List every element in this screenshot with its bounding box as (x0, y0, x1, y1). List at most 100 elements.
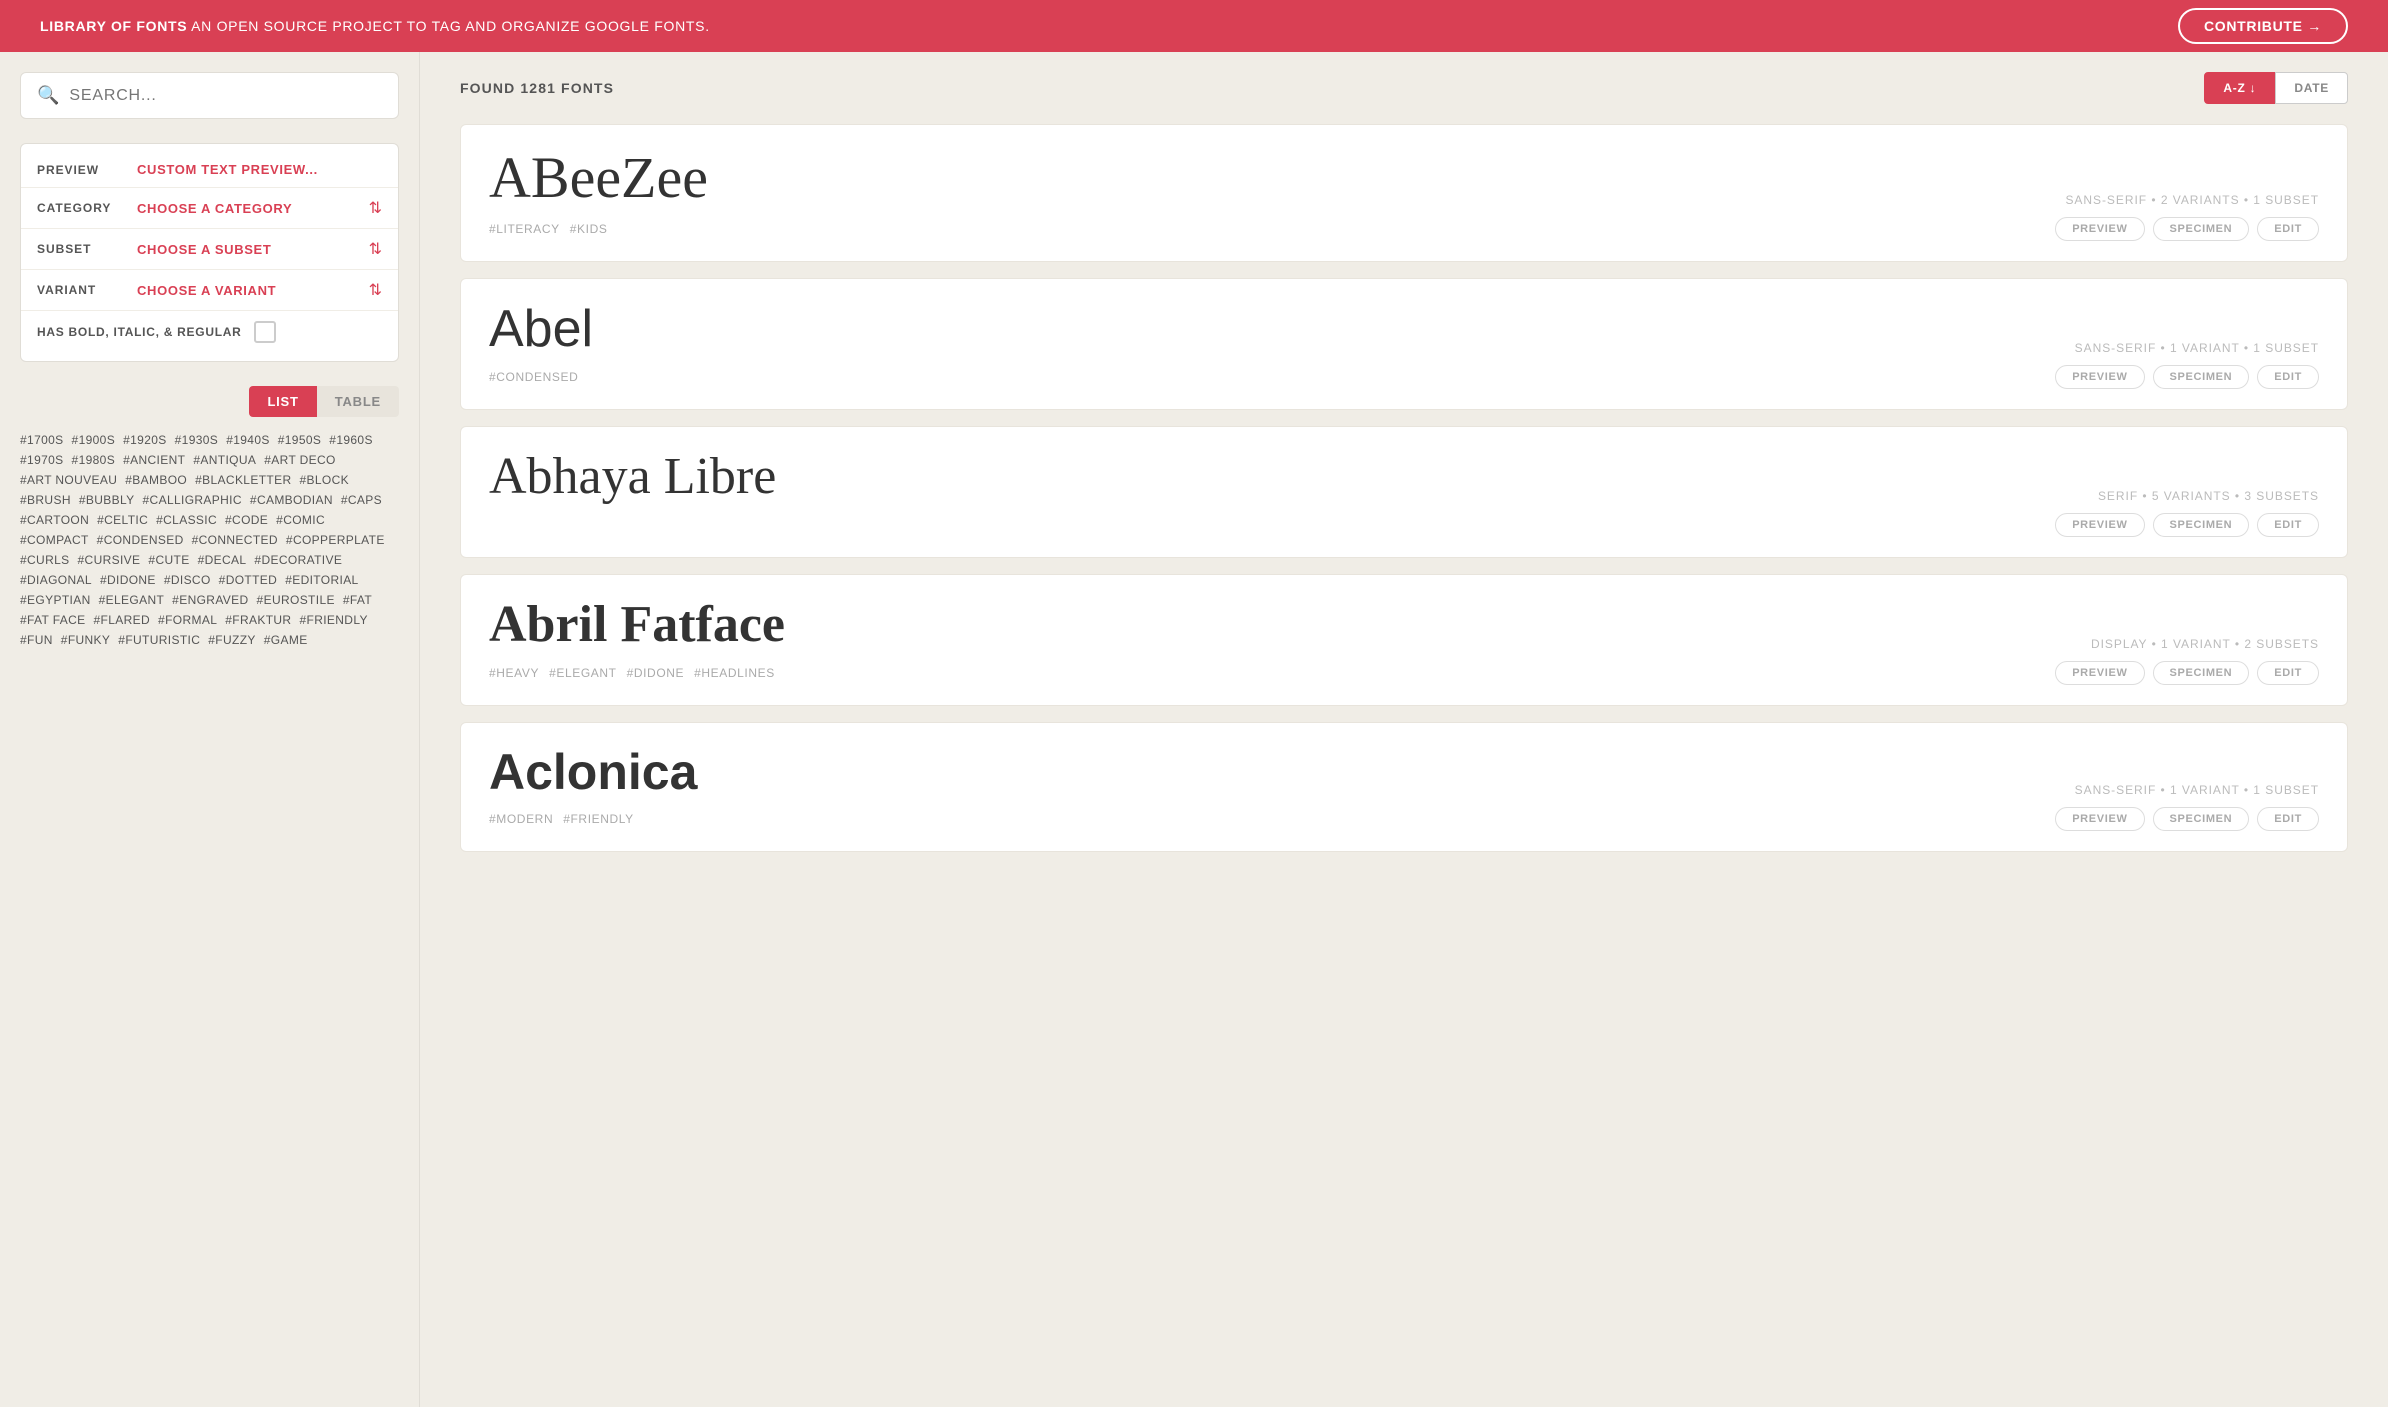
tag-item[interactable]: #CONDENSED (97, 533, 184, 547)
tag-item[interactable]: #CAPS (341, 493, 382, 507)
font-tag[interactable]: #ELEGANT (549, 666, 617, 680)
search-input[interactable] (69, 87, 382, 105)
specimen-button[interactable]: SPECIMEN (2153, 807, 2250, 831)
tag-item[interactable]: #BLACKLETTER (195, 473, 291, 487)
font-tag[interactable]: #LITERACY (489, 222, 560, 236)
tag-item[interactable]: #CLASSIC (156, 513, 217, 527)
font-meta: SANS-SERIF • 2 VARIANTS • 1 SUBSET (2065, 193, 2319, 207)
tag-item[interactable]: #DECORATIVE (254, 553, 342, 567)
preview-button[interactable]: PREVIEW (2055, 365, 2144, 389)
tag-item[interactable]: #ANTIQUA (193, 453, 256, 467)
edit-button[interactable]: EDIT (2257, 365, 2319, 389)
tag-item[interactable]: #CURLS (20, 553, 70, 567)
filter-row-category[interactable]: CATEGORY CHOOSE A CATEGORY ⇅ (21, 188, 398, 229)
tag-item[interactable]: #1900S (72, 433, 116, 447)
edit-button[interactable]: EDIT (2257, 807, 2319, 831)
font-tag[interactable]: #HEADLINES (694, 666, 775, 680)
preview-button[interactable]: PREVIEW (2055, 661, 2144, 685)
tag-item[interactable]: #1970S (20, 453, 64, 467)
tag-item[interactable]: #EUROSTILE (257, 593, 335, 607)
tag-item[interactable]: #1980S (72, 453, 116, 467)
specimen-button[interactable]: SPECIMEN (2153, 513, 2250, 537)
filter-label-variant: VARIANT (37, 283, 137, 297)
tag-item[interactable]: #DISCO (164, 573, 211, 587)
font-meta: SANS-SERIF • 1 VARIANT • 1 SUBSET (2075, 341, 2319, 355)
tag-item[interactable]: #1950S (278, 433, 322, 447)
tag-item[interactable]: #FORMAL (158, 613, 217, 627)
specimen-button[interactable]: SPECIMEN (2153, 217, 2250, 241)
tag-item[interactable]: #1960S (329, 433, 373, 447)
tag-item[interactable]: #FUTURISTIC (118, 633, 200, 647)
tag-item[interactable]: #1930S (175, 433, 219, 447)
sort-date-button[interactable]: DATE (2275, 72, 2348, 104)
tag-item[interactable]: #FLARED (93, 613, 150, 627)
tag-item[interactable]: #ART NOUVEAU (20, 473, 117, 487)
tag-item[interactable]: #FRIENDLY (299, 613, 367, 627)
font-tag[interactable]: #DIDONE (627, 666, 685, 680)
list-view-button[interactable]: LIST (249, 386, 316, 417)
sort-az-button[interactable]: A-Z ↓ (2204, 72, 2275, 104)
tag-item[interactable]: #BRUSH (20, 493, 71, 507)
font-tag[interactable]: #HEAVY (489, 666, 539, 680)
tag-item[interactable]: #CALLIGRAPHIC (143, 493, 242, 507)
tag-item[interactable]: #COPPERPLATE (286, 533, 385, 547)
tag-item[interactable]: #BLOCK (299, 473, 349, 487)
tag-item[interactable]: #FUNKY (61, 633, 111, 647)
tag-item[interactable]: #DIAGONAL (20, 573, 92, 587)
tag-item[interactable]: #FAT FACE (20, 613, 85, 627)
tag-item[interactable]: #COMIC (276, 513, 325, 527)
tag-item[interactable]: #1700S (20, 433, 64, 447)
font-tag[interactable]: #KIDS (570, 222, 608, 236)
tag-item[interactable]: #GAME (264, 633, 308, 647)
tag-item[interactable]: #FUZZY (208, 633, 256, 647)
specimen-button[interactable]: SPECIMEN (2153, 365, 2250, 389)
tag-item[interactable]: #EDITORIAL (285, 573, 358, 587)
tag-item[interactable]: #CONNECTED (192, 533, 278, 547)
font-tag[interactable]: #MODERN (489, 812, 553, 826)
tag-item[interactable]: #ART DECO (264, 453, 335, 467)
tag-item[interactable]: #CURSIVE (78, 553, 141, 567)
table-view-button[interactable]: TABLE (317, 386, 399, 417)
edit-button[interactable]: EDIT (2257, 513, 2319, 537)
tag-item[interactable]: #FUN (20, 633, 53, 647)
tag-item[interactable]: #CELTIC (97, 513, 148, 527)
font-card: Abhaya Libre SERIF • 5 VARIANTS • 3 SUBS… (460, 426, 2348, 558)
edit-button[interactable]: EDIT (2257, 661, 2319, 685)
preview-button[interactable]: PREVIEW (2055, 513, 2144, 537)
tag-item[interactable]: #CODE (225, 513, 268, 527)
specimen-button[interactable]: SPECIMEN (2153, 661, 2250, 685)
tag-item[interactable]: #1920S (123, 433, 167, 447)
tag-item[interactable]: #CAMBODIAN (250, 493, 333, 507)
tag-item[interactable]: #1940S (226, 433, 270, 447)
bold-italic-regular-checkbox[interactable] (254, 321, 276, 343)
tag-item[interactable]: #ELEGANT (99, 593, 165, 607)
fonts-list: ABeeZee SANS-SERIF • 2 VARIANTS • 1 SUBS… (460, 124, 2348, 852)
tag-item[interactable]: #CUTE (148, 553, 189, 567)
tag-item[interactable]: #CARTOON (20, 513, 89, 527)
view-toggle: LIST TABLE (20, 386, 399, 417)
tag-item[interactable]: #DIDONE (100, 573, 156, 587)
preview-button[interactable]: PREVIEW (2055, 217, 2144, 241)
tag-item[interactable]: #BUBBLY (79, 493, 135, 507)
filter-row-variant[interactable]: VARIANT CHOOSE A VARIANT ⇅ (21, 270, 398, 311)
contribute-button[interactable]: CONTRIBUTE → (2178, 8, 2348, 44)
tag-item[interactable]: #FRAKTUR (225, 613, 291, 627)
filter-label-subset: SUBSET (37, 242, 137, 256)
edit-button[interactable]: EDIT (2257, 217, 2319, 241)
font-tag[interactable]: #FRIENDLY (563, 812, 634, 826)
filter-value-preview[interactable]: CUSTOM TEXT PREVIEW... (137, 162, 382, 177)
font-tags: #CONDENSED (489, 370, 578, 384)
banner-title: LIBRARY OF FONTS (40, 18, 187, 34)
tag-item[interactable]: #BAMBOO (125, 473, 187, 487)
tag-item[interactable]: #ENGRAVED (172, 593, 248, 607)
tag-item[interactable]: #DECAL (198, 553, 247, 567)
content-header: FOUND 1281 FONTS A-Z ↓ DATE (460, 72, 2348, 104)
tag-item[interactable]: #FAT (343, 593, 372, 607)
tag-item[interactable]: #DOTTED (219, 573, 278, 587)
tag-item[interactable]: #EGYPTIAN (20, 593, 91, 607)
filter-row-subset[interactable]: SUBSET CHOOSE A SUBSET ⇅ (21, 229, 398, 270)
tag-item[interactable]: #ANCIENT (123, 453, 185, 467)
tag-item[interactable]: #COMPACT (20, 533, 89, 547)
preview-button[interactable]: PREVIEW (2055, 807, 2144, 831)
font-tag[interactable]: #CONDENSED (489, 370, 578, 384)
